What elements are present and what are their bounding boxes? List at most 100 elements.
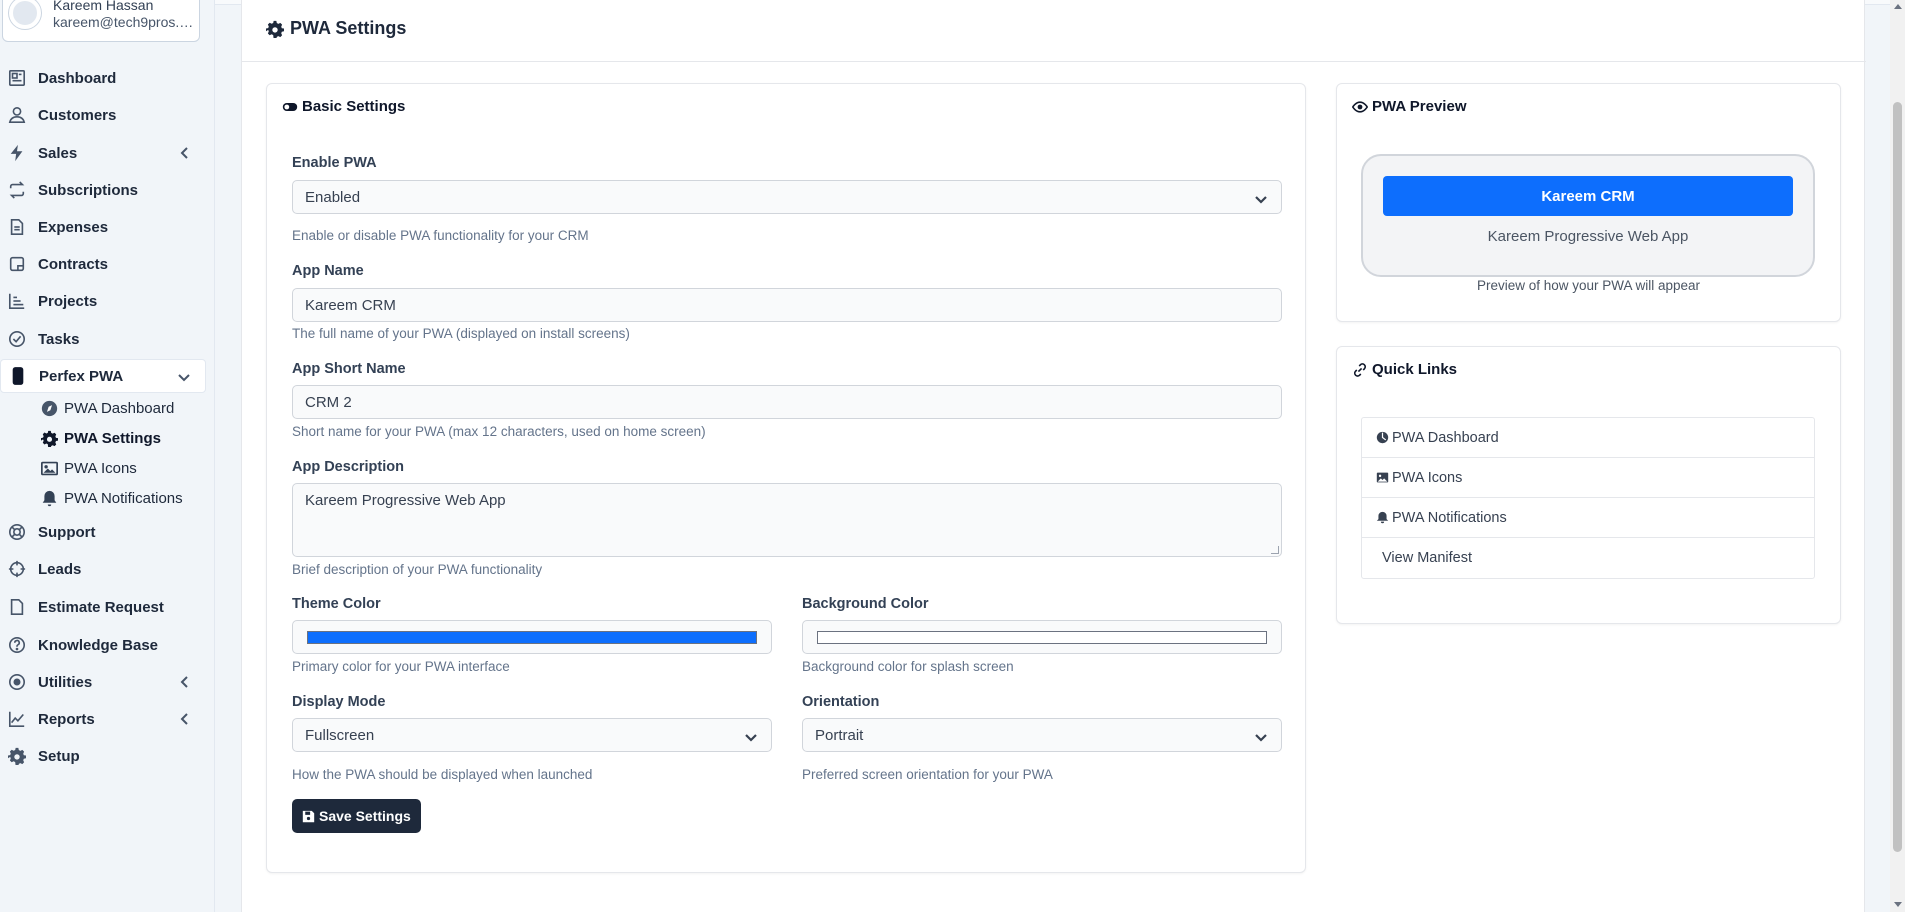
orientation-help: Preferred screen orientation for your PW…: [802, 767, 1053, 782]
sidebar-item-tasks[interactable]: Tasks: [0, 322, 206, 356]
user-name: Kareem Hassan: [53, 0, 154, 13]
image-icon: [1376, 472, 1389, 483]
sidebar-item-customers[interactable]: Customers: [0, 98, 206, 132]
sidebar-item-setup[interactable]: Setup: [0, 739, 206, 773]
orientation-label: Orientation: [802, 694, 880, 710]
main-content: PWA Settings Basic Settings Enable PWA E…: [241, 0, 1866, 912]
chevron-down-icon: [1255, 192, 1267, 204]
app-name-label: App Name: [292, 263, 364, 279]
user-card[interactable]: Kareem Hassan kareem@tech9pros.com: [2, 0, 200, 42]
dashboard-icon: [1376, 431, 1389, 444]
file-icon: [8, 598, 26, 616]
app-name-help: The full name of your PWA (displayed on …: [292, 326, 630, 341]
sidebar-item-contracts[interactable]: Contracts: [0, 247, 206, 281]
sidebar-item-knowledge-base[interactable]: Knowledge Base: [0, 628, 206, 662]
sidebar-item-subscriptions[interactable]: Subscriptions: [0, 173, 206, 207]
page-scrollbar[interactable]: [1890, 0, 1905, 912]
background-color-swatch: [817, 631, 1267, 644]
description-label: App Description: [292, 459, 404, 475]
sidebar-item-sales[interactable]: Sales: [0, 136, 206, 170]
sidebar-item-projects[interactable]: Projects: [0, 284, 206, 318]
app-name-input[interactable]: Kareem CRM: [292, 288, 1282, 322]
page-header: PWA Settings: [242, 0, 1866, 62]
theme-color-swatch: [307, 631, 757, 644]
sidebar-item-reports[interactable]: Reports: [0, 702, 206, 736]
crosshair-icon: [8, 560, 26, 578]
link-icon: [1353, 362, 1367, 377]
quick-link-view-manifest[interactable]: View Manifest: [1362, 538, 1814, 578]
sidebar-item-estimate-request[interactable]: Estimate Request: [0, 590, 206, 624]
background-color-input[interactable]: [802, 620, 1282, 654]
lifebuoy-icon: [8, 523, 26, 541]
page-title: PWA Settings: [266, 18, 406, 39]
quick-links-title: Quick Links: [1352, 361, 1457, 378]
theme-color-label: Theme Color: [292, 596, 381, 612]
sidebar-subitem-pwa-dashboard[interactable]: PWA Dashboard: [40, 395, 174, 421]
scroll-thumb[interactable]: [1893, 102, 1902, 852]
question-circle-icon: [8, 636, 26, 654]
quick-link-pwa-icons[interactable]: PWA Icons: [1362, 458, 1814, 498]
sidebar-item-leads[interactable]: Leads: [0, 552, 206, 586]
avatar: [9, 0, 41, 29]
theme-color-input[interactable]: [292, 620, 772, 654]
background-color-help: Background color for splash screen: [802, 659, 1014, 674]
bars-icon: [8, 292, 26, 310]
display-mode-label: Display Mode: [292, 694, 386, 710]
chart-line-icon: [8, 710, 26, 728]
chevron-down-icon: [177, 370, 191, 384]
description-textarea[interactable]: Kareem Progressive Web App: [292, 483, 1282, 557]
sidebar-subitem-pwa-settings[interactable]: PWA Settings: [40, 425, 161, 451]
toggle-icon: [282, 102, 298, 111]
pwa-preview-title: PWA Preview: [1352, 98, 1466, 115]
sidebar-subitem-pwa-notifications[interactable]: PWA Notifications: [40, 485, 183, 511]
bolt-icon: [8, 144, 26, 162]
file-icon: [8, 218, 26, 236]
chevron-down-icon: [745, 730, 757, 742]
mobile-icon: [9, 367, 27, 385]
quick-links-card: Quick Links PWA Dashboard PWA Icons PWA …: [1336, 346, 1841, 624]
save-settings-button[interactable]: Save Settings: [292, 799, 421, 833]
quick-link-pwa-dashboard[interactable]: PWA Dashboard: [1362, 418, 1814, 458]
resize-handle[interactable]: [1271, 546, 1279, 554]
chevron-left-icon: [178, 675, 192, 689]
short-name-input[interactable]: CRM 2: [292, 385, 1282, 419]
chevron-left-icon: [178, 712, 192, 726]
scroll-down-arrow-icon[interactable]: [1894, 902, 1902, 907]
gear-icon: [40, 429, 58, 447]
sidebar-subitem-pwa-icons[interactable]: PWA Icons: [40, 455, 137, 481]
floppy-disk-icon: [302, 810, 315, 822]
chevron-left-icon: [178, 146, 192, 160]
background-color-label: Background Color: [802, 596, 929, 612]
image-icon: [40, 459, 58, 477]
scroll-up-arrow-icon[interactable]: [1894, 4, 1902, 9]
short-name-label: App Short Name: [292, 361, 406, 377]
dashboard-icon: [8, 69, 26, 87]
basic-settings-card: Basic Settings Enable PWA Enabled Enable…: [266, 83, 1306, 873]
chevron-down-icon: [1255, 730, 1267, 742]
bell-icon: [1376, 511, 1389, 524]
sidebar-item-perfex-pwa[interactable]: Perfex PWA: [0, 359, 206, 393]
gear-circle-icon: [8, 673, 26, 691]
sidebar-item-support[interactable]: Support: [0, 515, 206, 549]
gear-icon: [8, 747, 26, 765]
pwa-preview-card: PWA Preview Kareem CRM Kareem Progressiv…: [1336, 83, 1841, 322]
short-name-help: Short name for your PWA (max 12 characte…: [292, 424, 706, 439]
user-email: kareem@tech9pros.com: [53, 14, 198, 30]
description-help: Brief description of your PWA functional…: [292, 562, 543, 577]
sidebar-item-utilities[interactable]: Utilities: [0, 665, 206, 699]
display-mode-select[interactable]: Fullscreen: [292, 718, 772, 752]
check-circle-icon: [8, 330, 26, 348]
sidebar-item-expenses[interactable]: Expenses: [0, 210, 206, 244]
sidebar-item-dashboard[interactable]: Dashboard: [0, 61, 206, 95]
gear-icon: [266, 20, 284, 38]
quick-link-pwa-notifications[interactable]: PWA Notifications: [1362, 498, 1814, 538]
orientation-select[interactable]: Portrait: [802, 718, 1282, 752]
theme-color-help: Primary color for your PWA interface: [292, 659, 510, 674]
preview-frame: Kareem CRM Kareem Progressive Web App: [1361, 154, 1815, 277]
display-mode-help: How the PWA should be displayed when lau…: [292, 767, 593, 782]
bell-icon: [40, 489, 58, 507]
enable-pwa-select[interactable]: Enabled: [292, 180, 1282, 214]
preview-description: Kareem Progressive Web App: [1487, 228, 1689, 245]
quick-links-list: PWA Dashboard PWA Icons PWA Notification…: [1361, 417, 1815, 579]
enable-pwa-label: Enable PWA: [292, 155, 377, 171]
